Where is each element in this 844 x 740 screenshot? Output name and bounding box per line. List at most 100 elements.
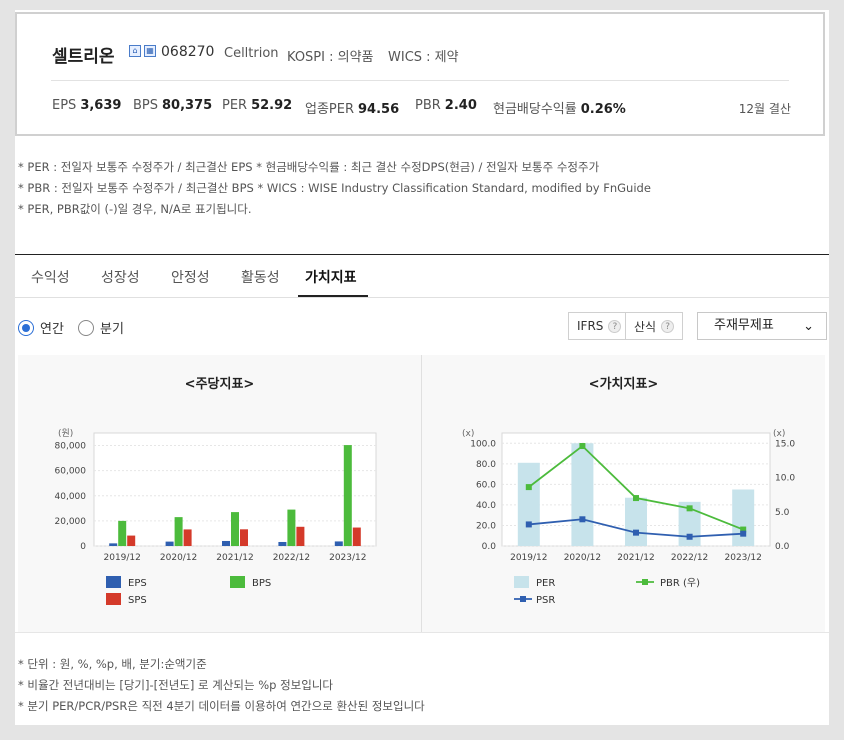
- bar-eps: [334, 541, 343, 546]
- divider: [51, 80, 789, 81]
- x-tick-label: 2019/12: [104, 553, 141, 563]
- company-english-name: Celltrion: [224, 46, 279, 61]
- legend-swatch: [106, 593, 121, 605]
- y-tick-label-left: 80.0: [476, 460, 496, 470]
- value-indicators-chart-panel: <가치지표> 0.0 20.0 40.0 60.0 80.0 100.0 0.0 5.0 10.…: [422, 355, 825, 632]
- legend-label: PBR (우): [660, 577, 700, 589]
- formula-button[interactable]: 산식 ?: [625, 312, 684, 340]
- footnote: * 단위 : 원, %, %p, 배, 분기:순액기준: [18, 657, 207, 671]
- y-tick-label: 40,000: [55, 492, 87, 502]
- tab-activity[interactable]: 활동성: [241, 267, 280, 287]
- radio-annual-label: 연간: [40, 322, 64, 337]
- tab-profitability[interactable]: 수익성: [31, 267, 70, 287]
- help-icon[interactable]: ?: [661, 319, 675, 333]
- legend-marker: [642, 579, 648, 585]
- point-psr: [525, 521, 532, 528]
- wics-info: WICS : 제약: [388, 50, 459, 65]
- y-tick-label-left: 20.0: [476, 521, 496, 531]
- y-tick-label: 80,000: [55, 442, 87, 452]
- per-share-chart: 0 20,000 40,000 60,000 80,000 (원) 2019/12 2020/…: [55, 428, 377, 606]
- bar-eps: [222, 540, 230, 546]
- bar-sps: [127, 535, 136, 546]
- x-tick-label: 2023/12: [329, 553, 366, 563]
- x-tick-label: 2021/12: [617, 553, 654, 563]
- page: 셀트리온 ⌂ ▦ 068270 Celltrion KOSPI : 의약품 WI…: [15, 10, 829, 725]
- bar-sps: [240, 529, 248, 546]
- bar-eps: [109, 543, 118, 546]
- legend-label: PSR: [536, 595, 555, 606]
- bar-eps: [165, 541, 174, 546]
- bar-bps: [118, 520, 127, 546]
- stat-bps: BPS 80,375: [133, 98, 213, 113]
- per-share-chart-panel: <주당지표> 0 20,000 40,000 60,000 80,000 (원) 2019/…: [18, 355, 421, 632]
- note-line: * PBR : 전일자 보통주 수정주가 / 최근결산 BPS * WICS :…: [18, 181, 651, 195]
- legend-label: EPS: [128, 578, 147, 589]
- point-psr: [740, 530, 747, 537]
- note-line: * PER : 전일자 보통주 수정주가 / 최근결산 EPS * 현금배당수익…: [18, 160, 600, 174]
- legend-label: PER: [536, 578, 555, 589]
- market-info: KOSPI : 의약품: [287, 50, 374, 65]
- bar-sps: [352, 527, 361, 546]
- building-icon[interactable]: ▦: [144, 45, 156, 57]
- legend-label: SPS: [128, 595, 147, 606]
- note-line: * PER, PBR값이 (-)일 경우, N/A로 표기됩니다.: [18, 202, 252, 216]
- legend-swatch: [106, 576, 121, 588]
- point-pbr: [525, 484, 532, 491]
- y-tick-label: 20,000: [55, 517, 87, 527]
- x-tick-label: 2019/12: [510, 553, 547, 563]
- ifrs-label: IFRS: [577, 319, 604, 333]
- point-psr: [633, 529, 639, 536]
- footnote: * 분기 PER/PCR/PSR은 직전 4분기 데이터를 이용하여 연간으로 …: [18, 699, 425, 713]
- y-tick-label-left: 100.0: [470, 439, 496, 449]
- y-tick-label-right: 5.0: [775, 508, 790, 518]
- chevron-down-icon: ⌄: [803, 319, 814, 334]
- value-indicators-chart: 0.020.040.060.080.0100.00.05.010.015.0(x…: [462, 429, 795, 606]
- bar-per: [571, 443, 594, 546]
- y-tick-label-right: 10.0: [775, 474, 795, 484]
- bar-sps: [183, 529, 192, 546]
- home-icon[interactable]: ⌂: [129, 45, 141, 57]
- y-axis-unit-left: (x): [462, 429, 474, 439]
- tab-bar: 수익성 성장성 안정성 활동성 가치지표: [15, 255, 829, 298]
- tab-growth[interactable]: 성장성: [101, 267, 140, 287]
- stock-code: 068270: [161, 44, 215, 60]
- point-pbr: [633, 495, 639, 502]
- legend-marker: [520, 596, 526, 602]
- bar-bps: [231, 512, 239, 546]
- bar-eps: [278, 541, 287, 546]
- bar-per: [625, 497, 647, 546]
- stat-dividend-yield: 현금배당수익률 0.26%: [493, 102, 626, 117]
- point-pbr: [579, 443, 586, 450]
- tab-stability[interactable]: 안정성: [171, 267, 210, 287]
- formula-label: 산식: [634, 319, 657, 334]
- bar-bps: [174, 517, 183, 546]
- radio-checked-icon[interactable]: [18, 319, 34, 336]
- point-psr: [686, 533, 693, 540]
- radio-unchecked-icon[interactable]: [78, 319, 94, 336]
- ifrs-button[interactable]: IFRS ?: [568, 312, 631, 340]
- active-tab-indicator: [298, 295, 368, 297]
- bar-sps: [296, 526, 305, 546]
- bar-bps: [287, 509, 296, 546]
- fiscal-year-end: 12월 결산: [738, 102, 791, 116]
- help-icon[interactable]: ?: [608, 319, 622, 333]
- footnote: * 비율간 전년대비는 [당기]-[전년도] 로 계산되는 %p 정보입니다: [18, 678, 333, 692]
- legend-label: BPS: [252, 578, 271, 589]
- company-name: 셀트리온: [52, 47, 115, 67]
- divider: [15, 632, 829, 633]
- tab-value-indicators[interactable]: 가치지표: [305, 267, 357, 287]
- bar-bps: [343, 445, 352, 546]
- point-psr: [579, 516, 586, 523]
- stat-pbr: PBR 2.40: [415, 98, 477, 113]
- x-tick-label: 2022/12: [273, 553, 310, 563]
- radio-annual[interactable]: 연간: [18, 318, 64, 337]
- legend-swatch: [230, 576, 245, 588]
- y-tick-label-left: 0.0: [482, 542, 497, 552]
- bar-per: [732, 489, 755, 546]
- x-tick-label: 2020/12: [160, 553, 197, 563]
- point-pbr: [686, 505, 693, 512]
- x-tick-label: 2023/12: [725, 553, 762, 563]
- radio-quarter[interactable]: 분기: [78, 318, 124, 337]
- statement-type-select[interactable]: 주재무제표 ⌄: [697, 312, 827, 340]
- company-summary: 셀트리온 ⌂ ▦ 068270 Celltrion KOSPI : 의약품 WI…: [15, 12, 825, 136]
